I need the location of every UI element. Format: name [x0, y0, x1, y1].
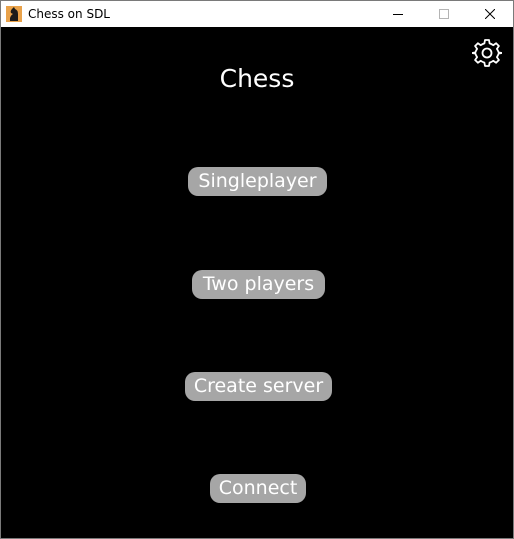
window-title: Chess on SDL — [28, 7, 110, 21]
app-window: Chess on SDL Chess Singleplayer Two play… — [0, 0, 514, 539]
title-bar[interactable]: Chess on SDL — [1, 1, 513, 27]
maximize-icon — [439, 9, 449, 19]
page-title: Chess — [219, 64, 295, 93]
connect-button[interactable]: Connect — [210, 474, 306, 503]
maximize-button[interactable] — [421, 1, 467, 27]
two-players-button[interactable]: Two players — [192, 270, 325, 299]
window-controls — [375, 1, 513, 27]
minimize-icon — [393, 14, 403, 15]
create-server-button[interactable]: Create server — [185, 372, 332, 401]
close-icon — [485, 9, 495, 19]
game-canvas: Chess Singleplayer Two players Create se… — [1, 27, 513, 538]
chess-knight-icon — [6, 6, 22, 22]
close-button[interactable] — [467, 1, 513, 27]
minimize-button[interactable] — [375, 1, 421, 27]
singleplayer-button[interactable]: Singleplayer — [188, 167, 327, 196]
